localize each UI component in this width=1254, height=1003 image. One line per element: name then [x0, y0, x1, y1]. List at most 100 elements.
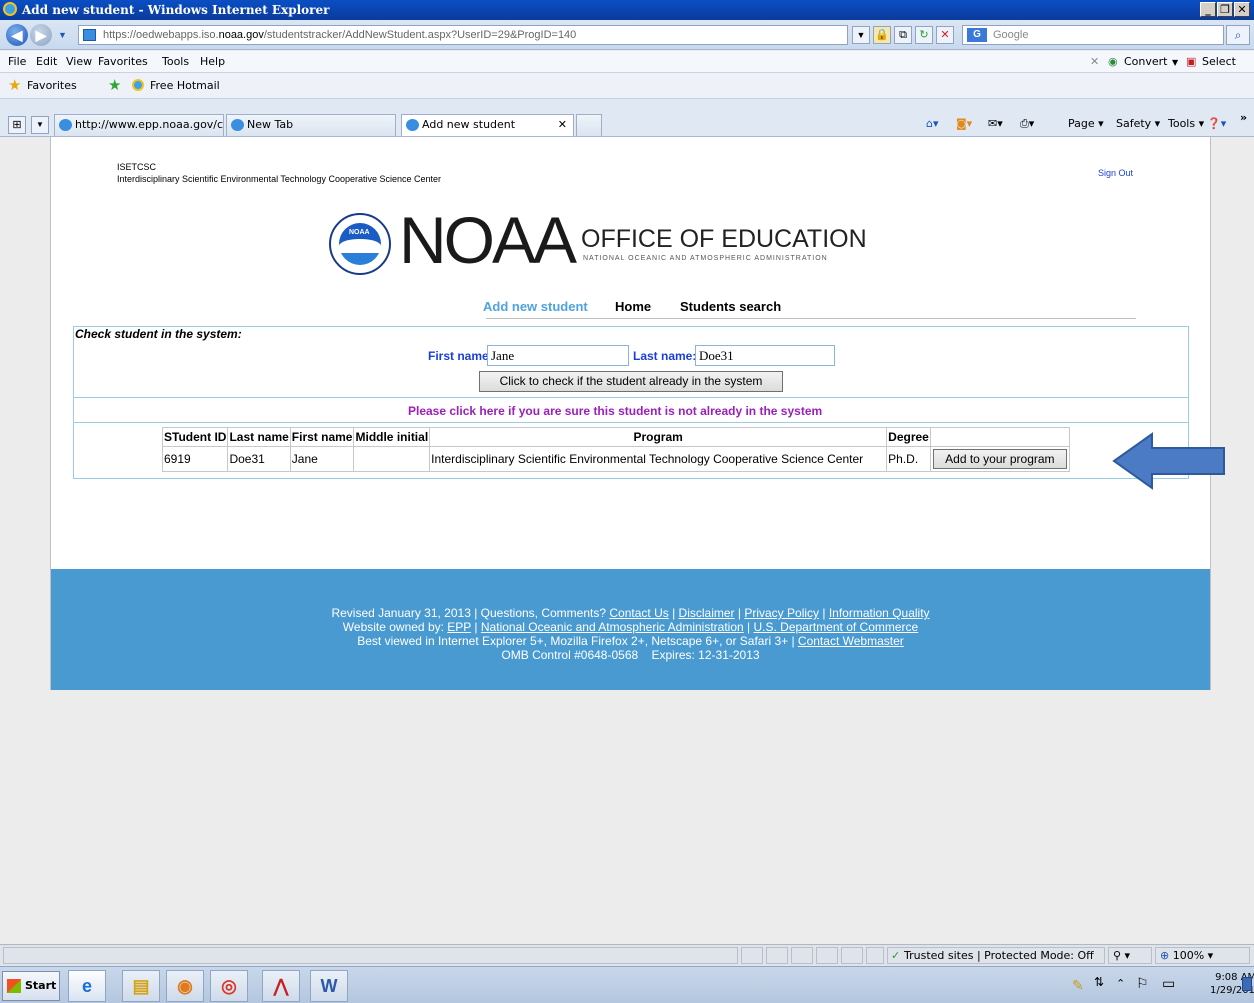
- tab-list-icon[interactable]: ▼: [31, 116, 49, 134]
- pen-tray-icon[interactable]: ✎: [1072, 977, 1084, 994]
- stop-icon[interactable]: ✕: [936, 26, 954, 44]
- convert-menu[interactable]: Convert: [1124, 55, 1168, 68]
- window-title: Add new student - Windows Internet Explo…: [22, 3, 330, 17]
- tab-add-new-student[interactable]: Add new student ✕: [401, 114, 574, 136]
- tab-ie-icon: [231, 119, 244, 131]
- noaa-wordmark: NOAA: [399, 203, 577, 277]
- menu-view[interactable]: View: [66, 55, 92, 68]
- add-to-program-button[interactable]: Add to your program: [932, 449, 1067, 469]
- select-icon: ▣: [1186, 55, 1197, 68]
- chrome-taskbar-icon[interactable]: ◎: [210, 970, 248, 1002]
- select-menu[interactable]: Select: [1202, 55, 1236, 68]
- display-tray-icon[interactable]: ▭: [1162, 975, 1175, 992]
- office-of-education-title: OFFICE OF EDUCATION: [581, 225, 867, 253]
- compatibility-view-icon[interactable]: ⧉: [894, 26, 912, 44]
- outlook-taskbar-icon[interactable]: ◉: [166, 970, 204, 1002]
- footer-line-2: Website owned by: EPP | National Oceanic…: [342, 620, 919, 634]
- not-in-system-link[interactable]: Please click here if you are sure this s…: [408, 404, 822, 418]
- col-action: [929, 427, 1070, 447]
- first-name-input[interactable]: Jane: [487, 345, 629, 366]
- close-tab-icon[interactable]: ✕: [558, 115, 567, 135]
- minimize-button[interactable]: _: [1200, 2, 1216, 17]
- back-button[interactable]: ◀: [6, 24, 28, 46]
- hotmail-link[interactable]: Free Hotmail: [150, 79, 220, 92]
- ie-taskbar-icon[interactable]: e: [68, 970, 106, 1002]
- acrobat-taskbar-icon[interactable]: ⋀: [262, 970, 300, 1002]
- nav-add-new-student[interactable]: Add new student: [483, 299, 588, 314]
- protected-mode-button[interactable]: ⚲ ▾: [1108, 947, 1152, 964]
- tab-ie-icon: [59, 119, 72, 131]
- zoom-control[interactable]: ⊕ 100% ▾: [1155, 947, 1250, 964]
- word-taskbar-icon[interactable]: W: [310, 970, 348, 1002]
- page-menu-label: Page: [1068, 117, 1095, 130]
- footer-owned-text: Website owned by:: [342, 620, 448, 634]
- favorites-button[interactable]: Favorites: [27, 79, 77, 92]
- check-student-button[interactable]: Click to check if the student already in…: [479, 371, 783, 392]
- safety-menu[interactable]: Safety ▾: [1116, 117, 1160, 130]
- privacy-policy-link[interactable]: Privacy Policy: [744, 606, 819, 620]
- security-zone-label: Trusted sites | Protected Mode: Off: [904, 949, 1094, 962]
- show-desktop-button[interactable]: [1242, 977, 1252, 991]
- menu-file[interactable]: File: [8, 55, 26, 68]
- explorer-taskbar-icon[interactable]: ▤: [122, 970, 160, 1002]
- noaa-seal-logo: NOAA: [329, 213, 391, 275]
- new-tab-button[interactable]: [576, 114, 602, 136]
- last-name-label: Last name:: [633, 349, 697, 363]
- page-menu[interactable]: Page ▾: [1068, 117, 1104, 130]
- home-icon[interactable]: ⌂▾: [926, 117, 939, 130]
- menu-edit[interactable]: Edit: [36, 55, 57, 68]
- toolbar-overflow-icon[interactable]: »: [1240, 111, 1247, 124]
- close-window-button[interactable]: ✕: [1234, 2, 1250, 17]
- quick-tabs-icon[interactable]: ⊞: [8, 116, 26, 134]
- ie-logo-icon: [3, 2, 17, 16]
- address-bar[interactable]: https://oedwebapps.iso.noaa.gov/students…: [78, 25, 848, 45]
- col-first-name: First name: [289, 427, 355, 447]
- print-icon[interactable]: ⎙▾: [1020, 117, 1034, 131]
- security-zone[interactable]: ✓ Trusted sites | Protected Mode: Off: [887, 947, 1105, 964]
- address-toolbar: ◀ ▶ ▼ https://oedwebapps.iso.noaa.gov/st…: [0, 20, 1254, 50]
- nav-students-search[interactable]: Students search: [680, 299, 781, 314]
- lock-icon[interactable]: 🔒: [873, 26, 891, 44]
- sign-out-link[interactable]: Sign Out: [1098, 168, 1133, 178]
- last-name-input[interactable]: Doe31: [695, 345, 835, 366]
- favorites-bar: ★ Favorites ★ Free Hotmail: [0, 73, 1254, 99]
- search-button[interactable]: ⌕: [1226, 25, 1250, 45]
- start-button[interactable]: Start: [2, 971, 60, 1001]
- contact-webmaster-link[interactable]: Contact Webmaster: [798, 634, 904, 648]
- tab-new[interactable]: New Tab: [226, 114, 396, 136]
- nav-home[interactable]: Home: [615, 299, 651, 314]
- action-center-flag-icon[interactable]: ⚐: [1136, 975, 1149, 992]
- panel-divider: [74, 422, 1188, 423]
- recent-pages-dropdown[interactable]: ▼: [58, 30, 67, 40]
- menu-help[interactable]: Help: [200, 55, 225, 68]
- maximize-button[interactable]: ❐: [1217, 2, 1233, 17]
- tools-menu[interactable]: Tools ▾: [1168, 117, 1204, 130]
- forward-button[interactable]: ▶: [30, 24, 52, 46]
- epp-link[interactable]: EPP: [447, 620, 471, 634]
- url-domain: noaa.gov: [218, 29, 264, 41]
- contact-us-link[interactable]: Contact Us: [609, 606, 668, 620]
- doc-link[interactable]: U.S. Department of Commerce: [754, 620, 919, 634]
- feeds-icon[interactable]: ◙▾: [956, 117, 972, 130]
- network-tray-icon[interactable]: ⇅: [1094, 975, 1104, 989]
- noaa-link[interactable]: National Oceanic and Atmospheric Adminis…: [481, 620, 744, 634]
- show-hidden-icons-icon[interactable]: ⌃: [1116, 977, 1125, 990]
- windows-logo-icon: [7, 979, 21, 993]
- refresh-icon[interactable]: ↻: [915, 26, 933, 44]
- disclaimer-link[interactable]: Disclaimer: [679, 606, 735, 620]
- tools-menu-label: Tools: [1168, 117, 1196, 130]
- cell-program: Interdisciplinary Scientific Environment…: [429, 446, 888, 472]
- menu-favorites[interactable]: Favorites: [98, 55, 148, 68]
- address-dropdown-icon[interactable]: ▼: [852, 26, 870, 44]
- close-toolbar-icon[interactable]: ✕: [1090, 55, 1099, 68]
- tab-epp[interactable]: http://www.epp.noaa.gov/c...: [54, 114, 224, 136]
- search-input[interactable]: G Google: [962, 25, 1224, 45]
- convert-dropdown-icon[interactable]: ▼: [1172, 58, 1178, 67]
- footer-revised-text: Revised January 31, 2013 | Questions, Co…: [331, 606, 610, 620]
- mail-icon[interactable]: ✉▾: [988, 117, 1003, 130]
- add-favorites-icon[interactable]: ★: [108, 76, 121, 94]
- menu-tools[interactable]: Tools: [162, 55, 189, 68]
- window-title-bar: Add new student - Windows Internet Explo…: [0, 0, 1254, 20]
- information-quality-link[interactable]: Information Quality: [829, 606, 930, 620]
- help-icon[interactable]: ❓▾: [1207, 117, 1226, 130]
